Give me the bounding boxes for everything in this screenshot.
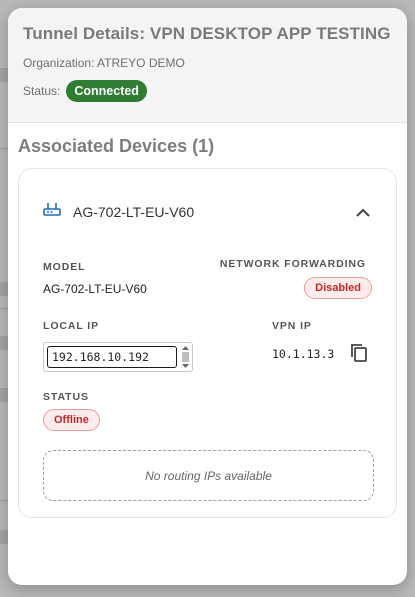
modal-header: Tunnel Details: VPN DESKTOP APP TESTING … [8, 8, 407, 123]
router-icon [43, 201, 61, 222]
device-header[interactable]: AG-702-LT-EU-V60 [43, 201, 194, 222]
tunnel-status-line: Status: Connected [23, 80, 392, 102]
device-card: AG-702-LT-EU-V60 MODEL AG-702-LT-EU-V60 … [18, 168, 397, 518]
device-status-label: STATUS [43, 391, 89, 403]
chevron-up-icon[interactable] [356, 205, 370, 217]
device-status-badge: Offline [43, 409, 100, 431]
modal-title: Tunnel Details: VPN DESKTOP APP TESTING [23, 24, 391, 43]
background-fragment [0, 530, 8, 544]
stepper-icon[interactable] [180, 345, 191, 369]
copy-icon[interactable] [350, 343, 368, 368]
routing-ips-empty-state: No routing IPs available [43, 450, 374, 501]
device-status-field: Offline [43, 409, 100, 431]
tunnel-status-badge: Connected [66, 80, 147, 102]
background-divider [0, 148, 8, 149]
vpn-ip-value: 10.1.13.3 [272, 347, 335, 361]
organization-label: Organization: [23, 56, 95, 70]
background-fragment [0, 388, 8, 402]
tunnel-status-label: Status: [23, 84, 61, 98]
model-value: AG-702-LT-EU-V60 [43, 282, 147, 296]
device-name: AG-702-LT-EU-V60 [73, 203, 195, 220]
background-fragment [0, 336, 8, 350]
background-fragment [0, 68, 8, 82]
background-divider [0, 308, 8, 309]
background-divider [0, 500, 8, 501]
network-forwarding-label: NETWORK FORWARDING [219, 258, 366, 270]
network-forwarding-field: Disabled [304, 277, 372, 299]
background-fragment [0, 282, 8, 296]
organization-value: ATREYO DEMO [97, 56, 185, 70]
routing-ips-message: No routing IPs available [145, 468, 272, 483]
model-label: MODEL [43, 261, 86, 273]
local-ip-label: LOCAL IP [43, 320, 100, 332]
local-ip-field[interactable] [43, 342, 193, 372]
organization-line: Organization: ATREYO DEMO [23, 56, 392, 70]
network-forwarding-badge: Disabled [304, 277, 372, 299]
vpn-ip-label: VPN IP [272, 320, 312, 332]
local-ip-input[interactable] [47, 346, 177, 368]
tunnel-details-modal: Tunnel Details: VPN DESKTOP APP TESTING … [8, 8, 407, 585]
associated-devices-title: Associated Devices (1) [18, 136, 215, 156]
